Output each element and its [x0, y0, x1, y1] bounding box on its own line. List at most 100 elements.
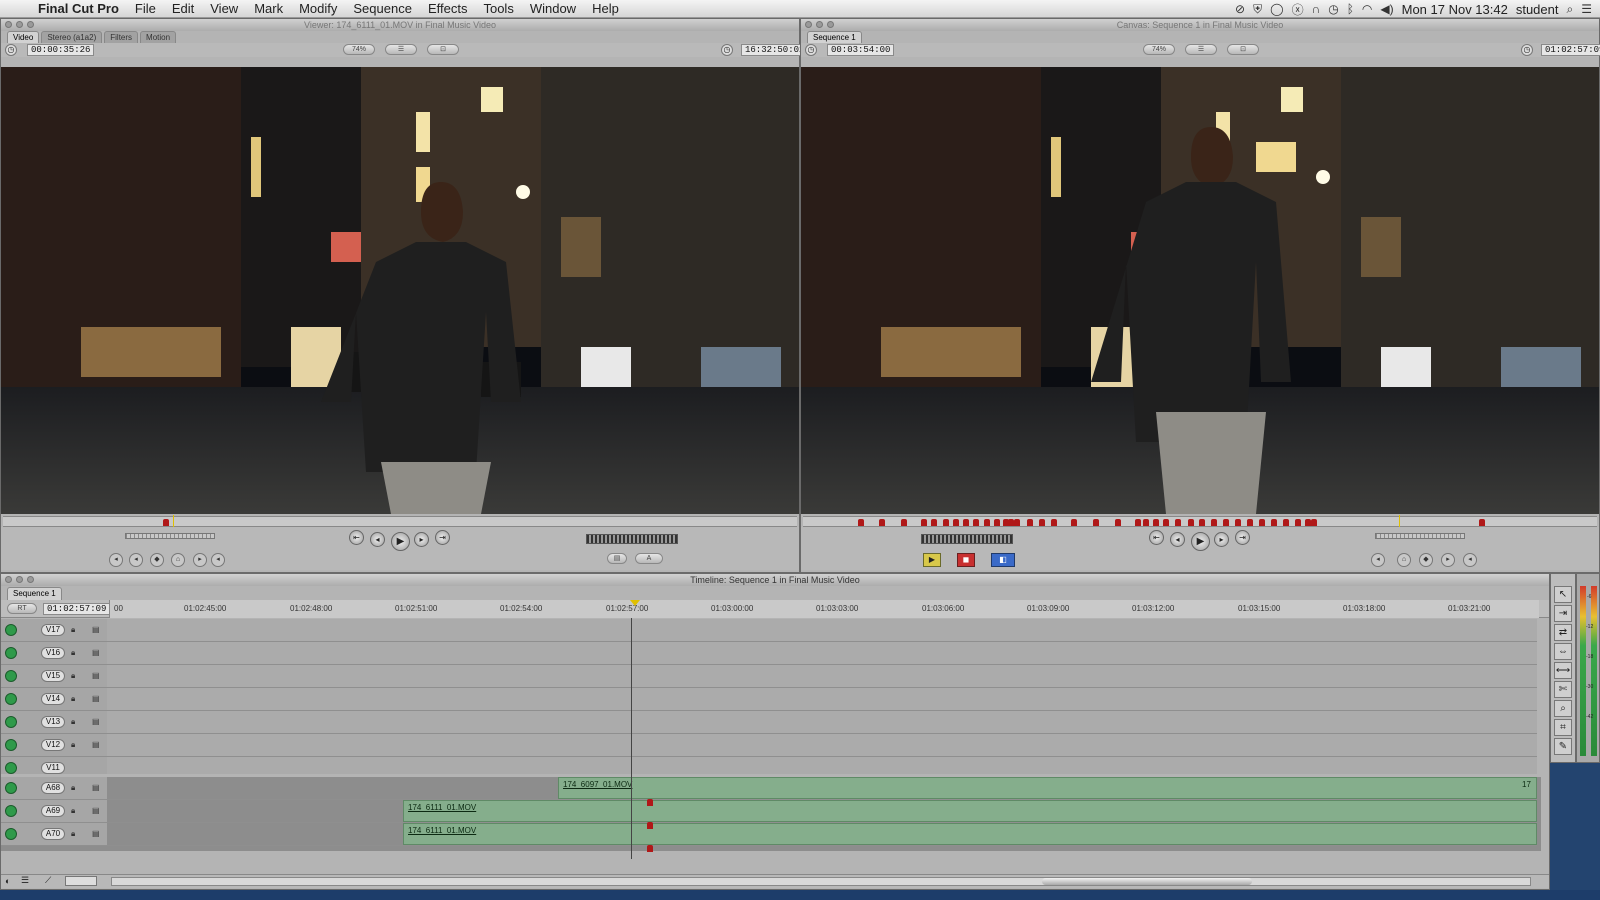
- replace-edit-icon[interactable]: ◧: [991, 553, 1015, 567]
- rt-popup[interactable]: RT: [7, 603, 37, 614]
- eye-icon[interactable]: [5, 647, 17, 659]
- sequence-marker[interactable]: [1247, 519, 1253, 526]
- sequence-marker[interactable]: [1283, 519, 1289, 526]
- mark-out-icon[interactable]: ▸: [193, 553, 207, 567]
- list-icon[interactable]: ☰: [1581, 2, 1592, 16]
- select-track-tool-icon[interactable]: ⇥: [1554, 605, 1572, 622]
- sequence-marker[interactable]: [1199, 519, 1205, 526]
- eye-icon[interactable]: [5, 693, 17, 705]
- link-icon[interactable]: ▤: [92, 648, 100, 657]
- sequence-marker[interactable]: [973, 519, 979, 526]
- sequence-marker[interactable]: [1027, 519, 1033, 526]
- sequence-marker[interactable]: [921, 519, 927, 526]
- menu-effects[interactable]: Effects: [420, 0, 476, 18]
- sequence-marker[interactable]: [1115, 519, 1121, 526]
- sequence-marker[interactable]: [1051, 519, 1057, 526]
- sequence-marker[interactable]: [1235, 519, 1241, 526]
- play-around-icon[interactable]: ⇥: [1235, 530, 1250, 545]
- speaker-icon[interactable]: [5, 782, 17, 794]
- play-icon[interactable]: ▶: [1191, 532, 1210, 551]
- close-icon[interactable]: [5, 21, 12, 28]
- bluetooth-icon[interactable]: ᛒ: [1347, 2, 1354, 16]
- canvas-titlebar[interactable]: Canvas: Sequence 1 in Final Music Video: [801, 19, 1599, 31]
- slip-tool-icon[interactable]: ⟷: [1554, 662, 1572, 679]
- mark-clip-icon[interactable]: ◂: [211, 553, 225, 567]
- headphones-icon[interactable]: ∩: [1312, 2, 1321, 16]
- search-icon[interactable]: ⌕: [1567, 2, 1574, 17]
- menu-edit[interactable]: Edit: [164, 0, 202, 18]
- prev-edit-icon[interactable]: ◂: [129, 553, 143, 567]
- link-icon[interactable]: ▤: [92, 694, 100, 703]
- insert-edit-icon[interactable]: ▶: [923, 553, 941, 567]
- lock-icon[interactable]: 🔒︎: [71, 806, 75, 816]
- track-label[interactable]: V11: [41, 762, 65, 774]
- menu-modify[interactable]: Modify: [291, 0, 345, 18]
- speaker-icon[interactable]: [5, 805, 17, 817]
- sequence-marker[interactable]: [1143, 519, 1149, 526]
- viewer-zoom-popup[interactable]: 74%: [343, 44, 375, 55]
- lock-icon[interactable]: 🔒︎: [71, 648, 75, 658]
- viewer-current-timecode[interactable]: 16:32:50:02: [741, 44, 809, 56]
- lock-icon[interactable]: 🔒︎: [71, 694, 75, 704]
- roll-tool-icon[interactable]: ⇔: [1554, 643, 1572, 660]
- track-label[interactable]: V16: [41, 647, 65, 659]
- minimize-icon[interactable]: [16, 21, 23, 28]
- sequence-marker[interactable]: [1223, 519, 1229, 526]
- track-size-popup[interactable]: [65, 876, 97, 886]
- track-label[interactable]: V17: [41, 624, 65, 636]
- sequence-marker[interactable]: [901, 519, 907, 526]
- timeline-ruler[interactable]: 00 01:02:45:00 01:02:48:00 01:02:51:00 0…: [109, 600, 1539, 618]
- play-in-to-out-icon[interactable]: ⇤: [1149, 530, 1164, 545]
- menu-mark[interactable]: Mark: [246, 0, 291, 18]
- pen-tool-icon[interactable]: ✎: [1554, 738, 1572, 755]
- audio-clip[interactable]: 174_6097_01.MOV 17: [558, 777, 1537, 799]
- sequence-marker[interactable]: [1093, 519, 1099, 526]
- sequence-marker[interactable]: [1188, 519, 1194, 526]
- sequence-marker[interactable]: [1039, 519, 1045, 526]
- track-lane[interactable]: [107, 665, 1537, 688]
- eye-icon[interactable]: [5, 739, 17, 751]
- step-forward-icon[interactable]: ▸: [414, 532, 429, 547]
- lock-icon[interactable]: 🔒︎: [71, 717, 75, 727]
- prev-edit-icon[interactable]: ◂: [1371, 553, 1385, 567]
- crop-tool-icon[interactable]: ⌗: [1554, 719, 1572, 736]
- step-forward-icon[interactable]: ▸: [1214, 532, 1229, 547]
- sequence-marker[interactable]: [1153, 519, 1159, 526]
- lock-icon[interactable]: 🔒︎: [71, 740, 75, 750]
- sync-icon[interactable]: ⊘: [1235, 2, 1245, 16]
- sequence-marker[interactable]: [963, 519, 969, 526]
- scroll-thumb[interactable]: [1042, 878, 1252, 885]
- sequence-marker[interactable]: [1211, 519, 1217, 526]
- timeline-horizontal-scrollbar[interactable]: [111, 877, 1531, 886]
- recent-clips-popup[interactable]: ▤: [607, 553, 627, 564]
- arrow-tool-icon[interactable]: ↖: [1554, 586, 1572, 603]
- track-lane[interactable]: 174_6097_01.MOV 17: [107, 777, 1537, 800]
- mark-out-icon[interactable]: ▸: [1441, 553, 1455, 567]
- clock-icon[interactable]: ◷: [1328, 2, 1338, 16]
- generator-popup[interactable]: A: [635, 553, 663, 564]
- close-icon[interactable]: [805, 21, 812, 28]
- canvas-view-popup[interactable]: ☰: [1185, 44, 1217, 55]
- tab-video[interactable]: Video: [7, 31, 40, 43]
- eye-icon[interactable]: [5, 762, 17, 774]
- sequence-marker[interactable]: [1479, 519, 1485, 526]
- menubar-clock[interactable]: Mon 17 Nov 13:42: [1402, 2, 1508, 17]
- lock-icon[interactable]: 🔒︎: [71, 671, 75, 681]
- viewer-view-popup[interactable]: ☰: [385, 44, 417, 55]
- minimize-icon[interactable]: [16, 576, 23, 583]
- clip-overlays-icon[interactable]: ◐: [5, 876, 10, 886]
- link-icon[interactable]: ▤: [92, 806, 100, 815]
- sequence-marker[interactable]: [1295, 519, 1301, 526]
- sequence-marker[interactable]: [858, 519, 864, 526]
- tab-sequence-1[interactable]: Sequence 1: [807, 31, 862, 43]
- canvas-video-frame[interactable]: [801, 67, 1599, 514]
- timeline-titlebar[interactable]: Timeline: Sequence 1 in Final Music Vide…: [1, 574, 1549, 586]
- eye-icon[interactable]: [5, 716, 17, 728]
- track-lane[interactable]: [107, 619, 1537, 642]
- overwrite-edit-icon[interactable]: ◼: [957, 553, 975, 567]
- play-icon[interactable]: ▶: [391, 532, 410, 551]
- track-lane[interactable]: [107, 642, 1537, 665]
- menu-file[interactable]: File: [127, 0, 164, 18]
- audio-clip[interactable]: 174_6111_01.MOV: [403, 823, 1537, 845]
- volume-icon[interactable]: ◀): [1380, 2, 1393, 16]
